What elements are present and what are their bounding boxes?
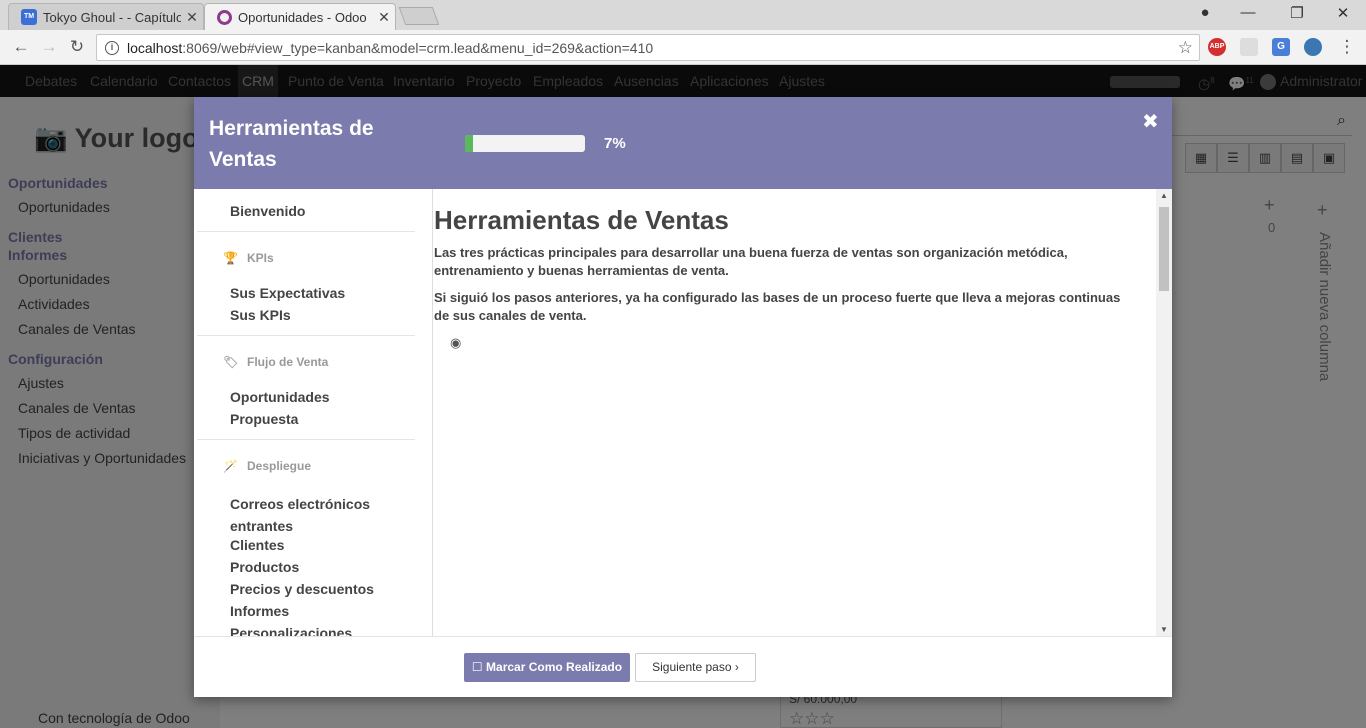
content-paragraph-1: Las tres prácticas principales para desa… <box>434 245 1068 278</box>
extension-icon[interactable] <box>1240 38 1258 56</box>
bookmark-star-icon[interactable]: ☆ <box>1178 38 1193 58</box>
url-path: :8069/web#view_type=kanban&model=crm.lea… <box>182 39 654 56</box>
browser-tab-tokyo-ghoul[interactable]: TM Tokyo Ghoul - - Capítulo ✕ <box>8 3 204 30</box>
toc-section-flujo[interactable]: 🏷 Flujo de Venta <box>223 355 328 369</box>
toc-section-label: Flujo de Venta <box>247 355 329 369</box>
tab-favicon-icon: TM <box>21 9 37 25</box>
planner-modal: Herramientas de Ventas 7% ✖ Bienvenido 🏆… <box>194 97 1172 697</box>
close-icon[interactable]: ✖ <box>1142 109 1159 134</box>
toc-clientes[interactable]: Clientes <box>230 537 284 553</box>
planner-content: Herramientas de Ventas Las tres práctica… <box>434 189 1156 636</box>
toc-correos[interactable]: Correos electrónicos entrantes <box>230 493 390 537</box>
planner-progress-bar <box>465 135 585 152</box>
url-bar[interactable]: i localhost:8069/web#view_type=kanban&mo… <box>96 34 1200 61</box>
toc-bienvenido[interactable]: Bienvenido <box>230 203 305 219</box>
toc-propuesta[interactable]: Propuesta <box>230 411 298 427</box>
minimize-icon[interactable]: — <box>1236 4 1260 21</box>
browser-menu-icon[interactable]: ⋮ <box>1336 37 1358 57</box>
progress-label: 7% <box>604 135 626 152</box>
content-heading: Herramientas de Ventas <box>434 205 729 235</box>
browser-tab-odoo[interactable]: Oportunidades - Odoo ✕ <box>204 3 396 31</box>
progress-fill <box>465 135 474 152</box>
next-step-label: Siguiente paso <box>652 660 732 674</box>
scroll-down-icon[interactable]: ▼ <box>1156 625 1172 634</box>
modal-footer: ☐ Marcar Como Realizado Siguiente paso › <box>194 636 1172 697</box>
content-paragraph-2: Si siguió los pasos anteriores, ya ha co… <box>434 290 1121 323</box>
toc-personalizaciones[interactable]: Personalizaciones <box>230 625 352 636</box>
modal-title: Herramientas de Ventas <box>209 117 374 171</box>
restore-icon[interactable]: ❐ <box>1285 4 1309 22</box>
back-icon[interactable]: ← <box>10 37 32 57</box>
reload-icon[interactable]: ↻ <box>66 37 88 57</box>
toc-section-label: Despliegue <box>247 459 312 473</box>
adblock-extension-icon[interactable]: ABP <box>1208 38 1226 56</box>
toc-productos[interactable]: Productos <box>230 559 299 575</box>
scroll-up-icon[interactable]: ▲ <box>1156 191 1172 200</box>
url-host: localhost <box>127 39 183 56</box>
browser-tabbar: TM Tokyo Ghoul - - Capítulo ✕ Oportunida… <box>0 0 1366 31</box>
tag-icon: 🏷 <box>223 355 239 369</box>
window-close-icon[interactable]: ✕ <box>1331 4 1355 22</box>
new-tab-button[interactable] <box>398 7 440 25</box>
toc-sus-kpis[interactable]: Sus KPIs <box>230 307 291 323</box>
chevron-right-icon: › <box>734 660 739 674</box>
browser-toolbar: ← → ↻ i localhost:8069/web#view_type=kan… <box>0 30 1366 65</box>
toc-precios[interactable]: Precios y descuentos <box>230 581 374 597</box>
python-extension-icon[interactable] <box>1304 38 1322 56</box>
modal-header: Herramientas de Ventas 7% ✖ <box>194 97 1172 189</box>
odoo-favicon-icon <box>217 10 232 25</box>
toc-informes[interactable]: Informes <box>230 603 289 619</box>
toc-divider <box>197 335 415 336</box>
modal-body: Bienvenido 🏆 KPIs Sus Expectativas Sus KP… <box>194 189 1172 636</box>
translate-extension-icon[interactable]: G <box>1272 38 1290 56</box>
mark-done-button[interactable]: ☐ Marcar Como Realizado <box>464 653 630 682</box>
planner-toc: Bienvenido 🏆 KPIs Sus Expectativas Sus KP… <box>194 189 433 636</box>
toc-divider <box>197 439 415 440</box>
profile-icon[interactable]: ● <box>1193 4 1217 21</box>
tab-close-icon[interactable]: ✕ <box>373 9 395 26</box>
magic-wand-icon: 🪄 <box>223 459 238 473</box>
tab-close-icon[interactable]: ✕ <box>181 9 203 26</box>
toc-oportunidades[interactable]: Oportunidades <box>230 389 330 405</box>
toc-section-label: KPIs <box>247 251 274 265</box>
tab-title: Oportunidades - Odoo <box>238 10 367 25</box>
toc-section-despliegue[interactable]: 🪄 Despliegue <box>223 459 311 473</box>
info-icon[interactable]: i <box>105 40 119 55</box>
next-step-button[interactable]: Siguiente paso › <box>635 653 756 682</box>
scroll-thumb[interactable] <box>1159 207 1169 291</box>
forward-icon[interactable]: → <box>38 37 60 57</box>
trophy-icon: 🏆 <box>223 251 238 265</box>
toc-section-kpis[interactable]: 🏆 KPIs <box>223 251 274 265</box>
checkbox-icon: ☐ <box>471 660 483 674</box>
toc-sus-expectativas[interactable]: Sus Expectativas <box>230 285 345 301</box>
eye-icon: ◉ <box>450 335 462 350</box>
toc-divider <box>197 231 415 232</box>
tab-title: Tokyo Ghoul - - Capítulo <box>43 9 181 25</box>
content-scrollbar[interactable]: ▲ ▼ <box>1156 189 1172 636</box>
mark-done-label: Marcar Como Realizado <box>486 660 623 674</box>
